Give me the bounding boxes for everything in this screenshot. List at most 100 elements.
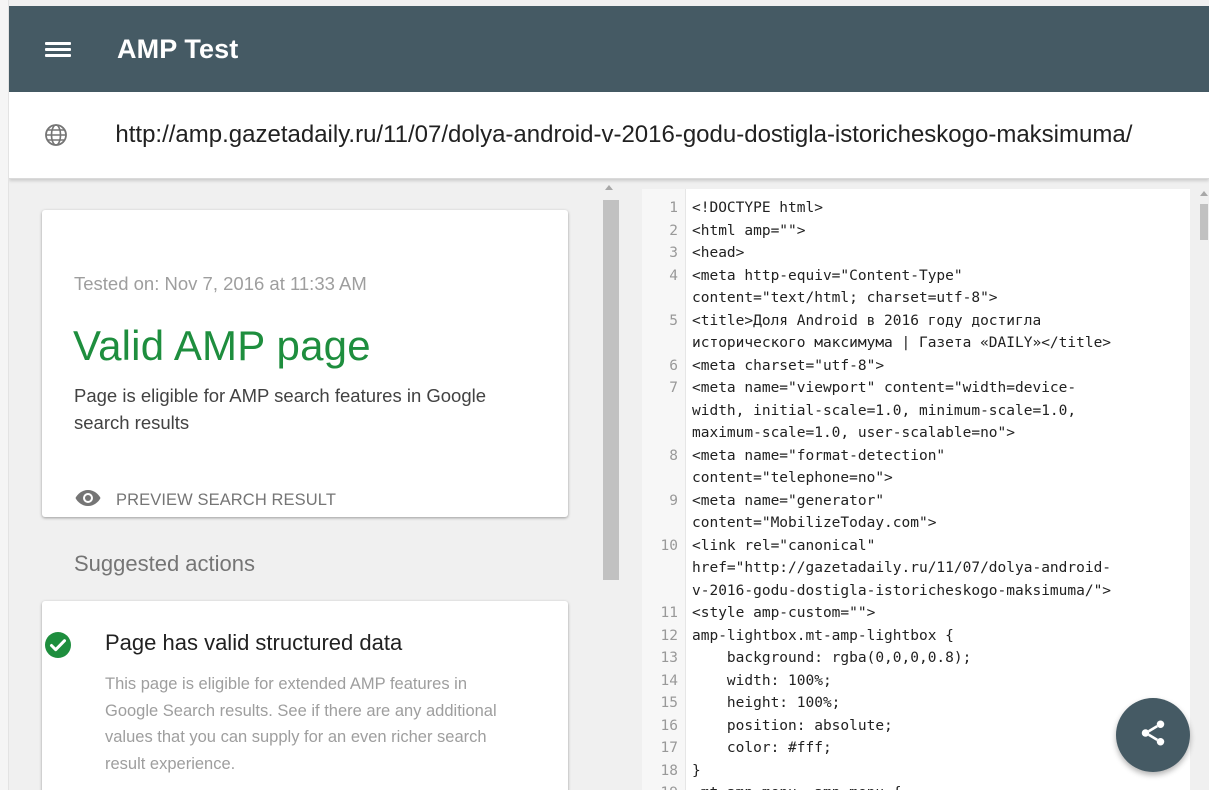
code-line: 15 height: 100%; [642,692,1190,715]
line-number [642,332,685,355]
code-line: 10 <link rel="canonical" [642,535,1190,558]
code-line: content="telephone=no"> [642,467,1190,490]
line-number [642,400,685,423]
code-line: 16 position: absolute; [642,715,1190,738]
line-number [642,287,685,310]
app-header: AMP Test [9,6,1209,92]
code-text: <title>Доля Android в 2016 году достигла [692,312,1042,329]
code-line: 4 <meta http-equiv="Content-Type" [642,265,1190,288]
code-line: 6 <meta charset="utf-8"> [642,355,1190,378]
url-input[interactable] [115,121,1209,149]
code-text: <meta name="format-detection" [692,447,946,464]
code-text: <!DOCTYPE html> [692,200,823,216]
code-scrollbar[interactable] [1199,189,1209,790]
line-number: 18 [660,762,678,779]
code-text: <meta name="generator" [692,492,885,509]
main-content: Tested on: Nov 7, 2016 at 11:33 AM Valid… [9,179,1209,790]
code-line: 8 <meta name="format-detection" [642,445,1190,468]
code-lines: 1 <!DOCTYPE html> 2 <html amp=""> 3 <head> 4 <m… [642,197,1190,790]
line-number [642,467,685,490]
line-number: 17 [660,740,678,756]
code-line: 7 <meta name="viewport" content="width=de… [642,377,1190,400]
scroll-up-arrow-icon[interactable] [605,185,613,190]
line-number: 6 [669,357,678,374]
code-text: content="text/html; charset=utf-8"> [692,290,998,306]
code-text: width, initial-scale=1.0, minimum-scale=… [692,402,1077,419]
code-text: position: absolute; [692,717,893,734]
action-description: This page is eligible for extended AMP f… [105,675,497,773]
results-panel: Tested on: Nov 7, 2016 at 11:33 AM Valid… [9,179,599,790]
code-text: width: 100%; [692,672,832,689]
line-number: 13 [660,650,678,666]
code-line: content="MobilizeToday.com"> [642,512,1190,535]
line-number: 4 [669,267,678,284]
line-number: 15 [660,695,678,711]
code-line: 18} [642,760,1190,783]
line-number: 16 [660,717,678,734]
app-title: AMP Test [117,33,239,64]
code-line: 13 background: rgba(0,0,0,0.8); [642,647,1190,670]
globe-icon [43,122,68,148]
code-line: v-2016-godu-dostigla-istoricheskogo-maks… [642,580,1190,603]
code-line: 12 amp-lightbox.mt-amp-lightbox { [642,625,1190,648]
source-code-viewer[interactable]: 1 <!DOCTYPE html> 2 <html amp=""> 3 <head> 4 <m… [642,189,1190,790]
share-icon [1138,718,1168,753]
panel-scrollbar[interactable] [599,179,629,790]
code-line: 17 color: #fff; [642,737,1190,760]
code-line: 2 <html amp=""> [642,220,1190,243]
preview-search-result-button[interactable]: PREVIEW SEARCH RESULT [74,488,336,513]
code-text: content="MobilizeToday.com"> [692,515,937,531]
line-number: 8 [669,447,678,464]
code-line: 19.mt-amp-menu, amp-menu { [642,782,1190,790]
scroll-thumb[interactable] [603,200,619,580]
code-text: <link rel="canonical" [692,537,876,554]
tested-on-text: Tested on: Nov 7, 2016 at 11:33 AM [74,273,367,294]
code-text: <style amp-custom=""> [692,605,876,621]
code-text: maximum-scale=1.0, user-scalable=no"> [692,425,1016,441]
code-text: <meta name="viewport" content="width=dev… [692,380,1077,396]
share-button[interactable] [1116,698,1190,772]
line-number: 14 [660,672,678,689]
code-text: background: rgba(0,0,0,0.8); [692,650,972,666]
code-line: 14 width: 100%; [642,670,1190,693]
code-text: href="http://gazetadaily.ru/11/07/dolya-… [692,560,1112,576]
check-circle-icon [44,631,72,664]
line-number [642,557,685,580]
menu-icon[interactable] [45,41,73,57]
line-number: 5 [669,312,678,329]
line-number: 1 [669,200,678,216]
line-number: 11 [660,605,678,621]
line-number [642,422,685,445]
code-text: <meta charset="utf-8"> [692,357,885,374]
code-text: color: #fff; [692,740,832,756]
app-window: AMP Test Tested on: Nov 7, 2016 at 11:33… [0,0,1209,790]
line-number: 7 [669,380,678,396]
result-card: Tested on: Nov 7, 2016 at 11:33 AM Valid… [42,210,568,517]
code-text: height: 100%; [692,695,841,711]
code-text: <html amp=""> [692,222,806,239]
code-line: href="http://gazetadaily.ru/11/07/dolya-… [642,557,1190,580]
code-line: maximum-scale=1.0, user-scalable=no"> [642,422,1190,445]
code-panel: 1 <!DOCTYPE html> 2 <html amp=""> 3 <head> 4 <m… [629,179,1209,790]
code-scroll-up-arrow-icon[interactable] [1200,191,1208,196]
code-line: content="text/html; charset=utf-8"> [642,287,1190,310]
line-number: 3 [669,245,678,261]
window-edge [0,0,9,790]
code-line: 1 <!DOCTYPE html> [642,197,1190,220]
line-number: 2 [669,222,678,239]
line-number [642,580,685,603]
status-title: Valid AMP page [73,322,371,369]
code-scroll-thumb[interactable] [1200,204,1208,240]
code-text: <meta http-equiv="Content-Type" [692,267,963,284]
line-number: 12 [660,627,678,644]
code-line: 9 <meta name="generator" [642,490,1190,513]
code-line: 3 <head> [642,242,1190,265]
code-line: 5 <title>Доля Android в 2016 году достигл… [642,310,1190,333]
code-line: width, initial-scale=1.0, minimum-scale=… [642,400,1190,423]
line-number: 10 [660,537,678,554]
status-description: Page is eligible for AMP search features… [74,385,487,433]
code-line: 11 <style amp-custom=""> [642,602,1190,625]
code-text: исторического максимума | Газета «DAILY»… [692,335,1112,351]
code-text: <head> [692,245,745,261]
code-text: .mt-amp-menu, amp-menu { [685,782,1182,790]
